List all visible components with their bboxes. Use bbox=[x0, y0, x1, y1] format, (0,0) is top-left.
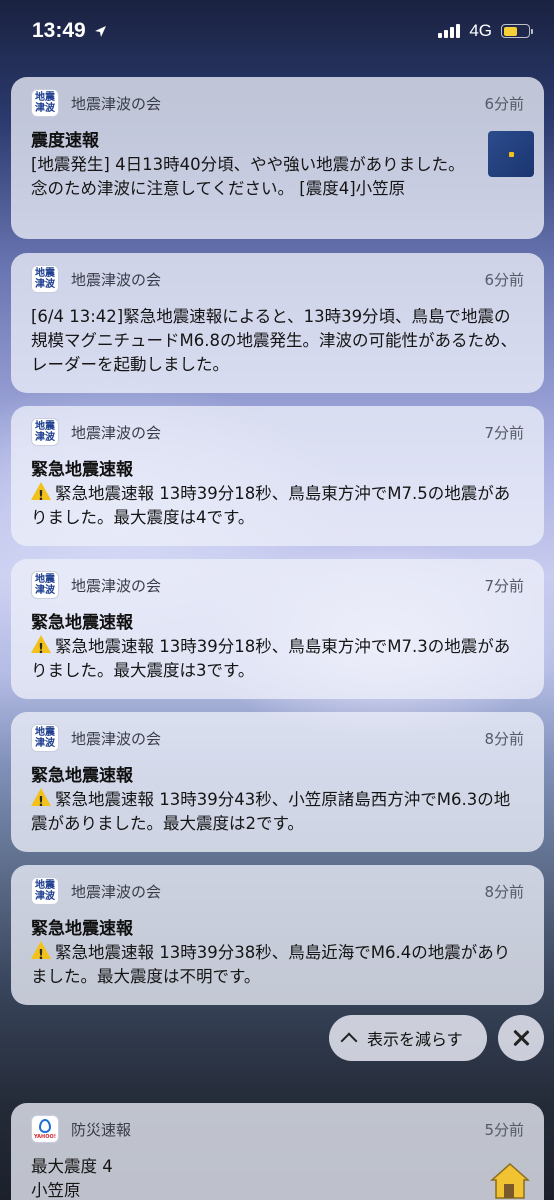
notification-age: 6分前 bbox=[484, 94, 524, 113]
notification-body: 緊急地震速報 13時39分43秒、小笠原諸島西方沖でM6.3の地震がありました。… bbox=[31, 790, 511, 833]
notification-card[interactable]: 地震 津波 地震津波の会 6分前 震度速報 [地震発生] 4日13時40分頃、やや… bbox=[11, 77, 544, 239]
notification-card[interactable]: 地震津波 地震津波の会 8分前 緊急地震速報 緊急地震速報 13時39分43秒、… bbox=[11, 712, 544, 852]
show-less-button[interactable]: 表示を減らす bbox=[329, 1015, 487, 1061]
app-name: 地震津波の会 bbox=[71, 423, 162, 442]
notification-title: 緊急地震速報 bbox=[31, 766, 133, 786]
notification-title: 緊急地震速報 bbox=[31, 919, 133, 939]
notification-card[interactable]: 地震津波 地震津波の会 7分前 緊急地震速報 緊急地震速報 13時39分18秒、… bbox=[11, 559, 544, 699]
notification-body: [6/4 13:42]緊急地震速報によると、13時39分頃、鳥島で地震の規模マグ… bbox=[31, 307, 517, 374]
app-icon-jishin-tsunami: 地震 津波 bbox=[31, 89, 59, 117]
notification-age: 7分前 bbox=[484, 576, 524, 595]
notification-card-bousai[interactable]: YAHOO! 防災速報 5分前 最大震度 4 小笠原 bbox=[11, 1103, 544, 1200]
app-name: 地震津波の会 bbox=[71, 729, 162, 748]
notification-body: 緊急地震速報 13時39分38秒、鳥島近海でM6.4の地震がありました。最大震度… bbox=[31, 943, 511, 986]
notification-body-line: 最大震度 4 bbox=[31, 1157, 113, 1176]
chevron-up-icon bbox=[340, 1032, 358, 1050]
notification-thumbnail bbox=[488, 131, 534, 177]
clock-time: 13:49 bbox=[32, 19, 86, 42]
notification-age: 7分前 bbox=[484, 423, 524, 442]
battery-icon bbox=[501, 24, 533, 38]
app-name: 地震津波の会 bbox=[71, 576, 162, 595]
notification-body: 緊急地震速報 13時39分18秒、鳥島東方沖でM7.3の地震がありました。最大震… bbox=[31, 637, 511, 680]
network-type: 4G bbox=[469, 21, 492, 40]
app-icon-jishin-tsunami: 地震 津波 bbox=[31, 418, 59, 446]
notification-body: [地震発生] 4日13時40分頃、やや強い地震がありました。念のため津波に注意し… bbox=[31, 155, 465, 198]
notification-age: 6分前 bbox=[484, 270, 524, 289]
clock: 13:49 bbox=[32, 19, 107, 43]
app-icon-jishin-tsunami: 地震 津波 bbox=[31, 265, 59, 293]
clear-notifications-button[interactable] bbox=[498, 1015, 544, 1061]
notification-age: 5分前 bbox=[484, 1120, 524, 1139]
notification-card[interactable]: 地震津波 地震津波の会 7分前 緊急地震速報 緊急地震速報 13時39分18秒、… bbox=[11, 406, 544, 546]
close-icon bbox=[513, 1030, 529, 1046]
warning-icon bbox=[31, 482, 51, 509]
notification-body-line: 小笠原 bbox=[31, 1181, 81, 1200]
location-arrow-icon bbox=[94, 25, 106, 37]
notification-card[interactable]: 地震 津波 地震津波の会 6分前 [6/4 13:42]緊急地震速報によると、13… bbox=[11, 253, 544, 393]
house-icon bbox=[490, 1162, 530, 1199]
app-name: 地震津波の会 bbox=[71, 270, 162, 289]
warning-icon bbox=[31, 635, 51, 662]
app-name: 地震津波の会 bbox=[71, 94, 162, 113]
warning-icon bbox=[31, 941, 51, 968]
notification-body: 緊急地震速報 13時39分18秒、鳥島東方沖でM7.5の地震がありました。最大震… bbox=[31, 484, 511, 527]
status-bar: 13:49 4G bbox=[0, 0, 554, 62]
app-icon-yahoo-bousai: YAHOO! bbox=[31, 1115, 59, 1143]
app-name: 地震津波の会 bbox=[71, 882, 162, 901]
app-icon-jishin-tsunami: 地震 津波 bbox=[31, 877, 59, 905]
notification-age: 8分前 bbox=[484, 729, 524, 748]
warning-icon bbox=[31, 788, 51, 815]
notification-title: 緊急地震速報 bbox=[31, 460, 133, 480]
app-name: 防災速報 bbox=[71, 1120, 132, 1139]
notification-title: 緊急地震速報 bbox=[31, 613, 133, 633]
notification-card[interactable]: 地震津波 地震津波の会 8分前 緊急地震速報 緊急地震速報 13時39分38秒、… bbox=[11, 865, 544, 1005]
cellular-signal-icon bbox=[438, 24, 461, 38]
show-less-label: 表示を減らす bbox=[367, 1030, 463, 1049]
app-icon-jishin-tsunami: 地震 津波 bbox=[31, 571, 59, 599]
app-icon-jishin-tsunami: 地震 津波 bbox=[31, 724, 59, 752]
notification-age: 8分前 bbox=[484, 882, 524, 901]
notification-title: 震度速報 bbox=[31, 131, 99, 151]
